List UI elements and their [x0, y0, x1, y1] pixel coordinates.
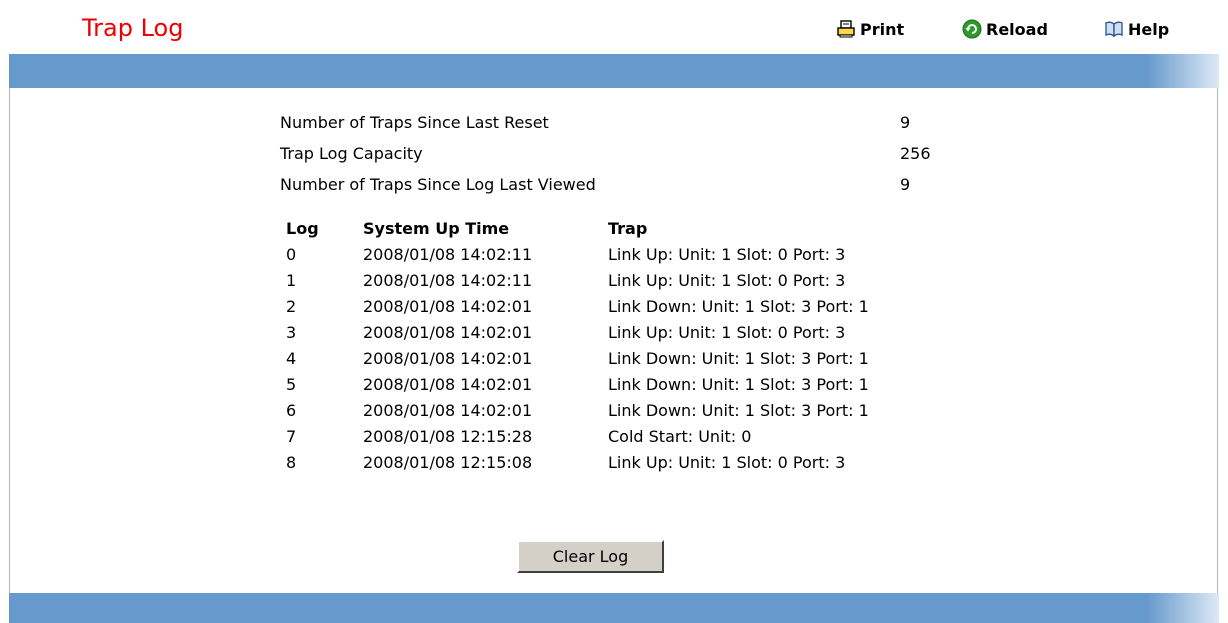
log-index: 7 — [286, 427, 297, 446]
system-up-time: 2008/01/08 14:02:11 — [363, 271, 533, 290]
log-index: 6 — [286, 401, 297, 420]
trap-description: Link Up: Unit: 1 Slot: 0 Port: 3 — [608, 323, 846, 342]
summary-value: 9 — [900, 113, 911, 132]
column-header-system-up-time: System Up Time — [363, 219, 510, 238]
help-book-icon — [1104, 19, 1124, 39]
log-index: 4 — [286, 349, 297, 368]
summary-value: 9 — [900, 175, 911, 194]
system-up-time: 2008/01/08 12:15:08 — [363, 453, 533, 472]
trap-description: Link Down: Unit: 1 Slot: 3 Port: 1 — [608, 349, 869, 368]
reload-label: Reload — [986, 19, 1048, 39]
print-button[interactable]: Print — [836, 19, 904, 39]
log-index: 1 — [286, 271, 297, 290]
system-up-time: 2008/01/08 14:02:01 — [363, 375, 533, 394]
help-button[interactable]: Help — [1104, 19, 1169, 39]
trap-description: Cold Start: Unit: 0 — [608, 427, 752, 446]
page-title: Trap Log — [82, 14, 184, 42]
trap-description: Link Down: Unit: 1 Slot: 3 Port: 1 — [608, 375, 869, 394]
reload-icon — [962, 19, 982, 39]
trap-description: Link Up: Unit: 1 Slot: 0 Port: 3 — [608, 271, 846, 290]
trap-description: Link Up: Unit: 1 Slot: 0 Port: 3 — [608, 453, 846, 472]
printer-icon — [836, 19, 856, 39]
summary-value: 256 — [900, 144, 931, 163]
log-index: 5 — [286, 375, 297, 394]
system-up-time: 2008/01/08 14:02:01 — [363, 349, 533, 368]
trap-description: Link Up: Unit: 1 Slot: 0 Port: 3 — [608, 245, 846, 264]
system-up-time: 2008/01/08 14:02:01 — [363, 297, 533, 316]
column-header-log: Log — [286, 219, 319, 238]
footer-band — [9, 593, 1219, 623]
system-up-time: 2008/01/08 12:15:28 — [363, 427, 533, 446]
system-up-time: 2008/01/08 14:02:11 — [363, 245, 533, 264]
log-index: 0 — [286, 245, 297, 264]
summary-label: Trap Log Capacity — [280, 144, 423, 163]
system-up-time: 2008/01/08 14:02:01 — [363, 323, 533, 342]
log-index: 8 — [286, 453, 297, 472]
help-label: Help — [1128, 19, 1170, 39]
trap-description: Link Down: Unit: 1 Slot: 3 Port: 1 — [608, 401, 869, 420]
summary-label: Number of Traps Since Log Last Viewed — [280, 175, 596, 194]
column-header-trap: Trap — [608, 219, 648, 238]
header-band — [9, 54, 1219, 88]
log-index: 2 — [286, 297, 297, 316]
trap-description: Link Down: Unit: 1 Slot: 3 Port: 1 — [608, 297, 869, 316]
clear-log-button[interactable]: Clear Log — [517, 540, 664, 573]
system-up-time: 2008/01/08 14:02:01 — [363, 401, 533, 420]
reload-button[interactable]: Reload — [962, 19, 1048, 39]
print-label: Print — [860, 19, 905, 39]
log-index: 3 — [286, 323, 297, 342]
summary-label: Number of Traps Since Last Reset — [280, 113, 549, 132]
